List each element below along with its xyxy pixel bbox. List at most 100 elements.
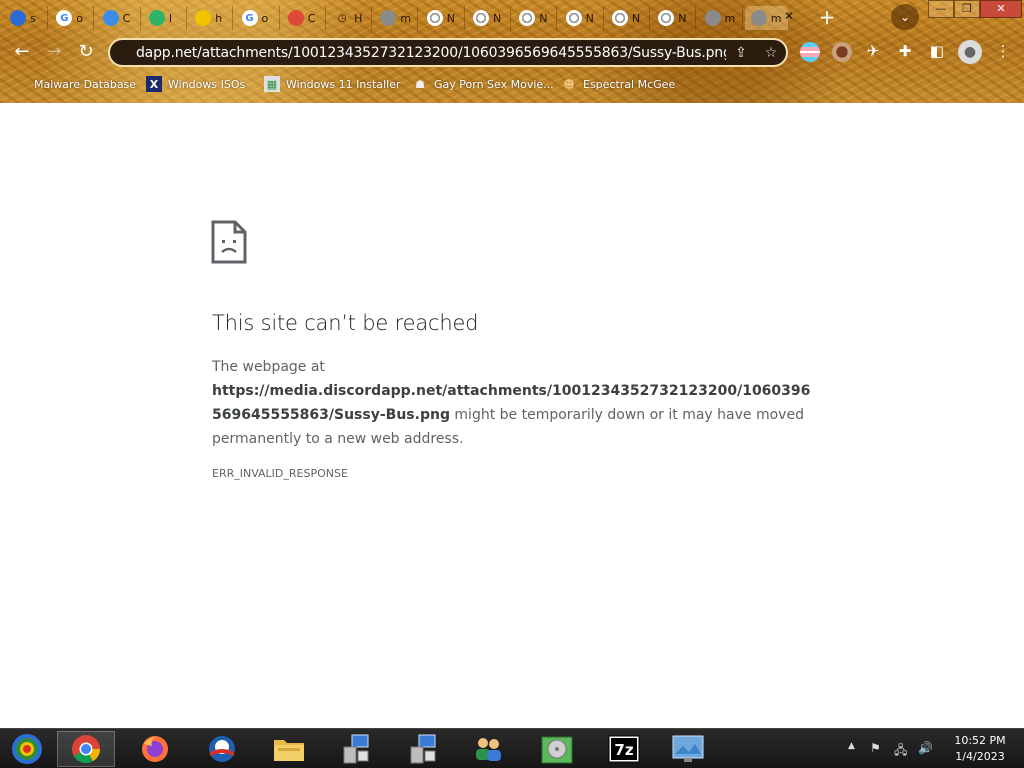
browser-tab[interactable]: N <box>560 6 604 30</box>
taskbar-network-setup-2[interactable] <box>394 731 452 767</box>
taskbar-chrome[interactable] <box>57 731 115 767</box>
green-chart-icon <box>148 10 165 26</box>
monitor-icon <box>672 735 704 762</box>
chrome-icon <box>658 10 675 26</box>
bookmark-label: Windows 11 Installer <box>286 77 401 91</box>
folder-icon <box>274 740 304 761</box>
browser-tab[interactable]: h <box>189 6 234 30</box>
address-url[interactable]: dapp.net/attachments/1001234352732123200… <box>136 45 726 61</box>
bookmark-star-icon[interactable]: ☆ <box>756 45 786 61</box>
error-code: ERR_INVALID_RESPONSE <box>212 467 348 480</box>
mask-icon <box>195 10 212 26</box>
browser-tab[interactable]: Go <box>236 6 280 30</box>
chrome-icon <box>72 735 100 763</box>
users-icon <box>476 738 501 761</box>
start-button[interactable] <box>0 731 54 767</box>
x-logo-icon: X <box>146 76 162 92</box>
tab-title: C <box>307 11 316 25</box>
tools-extension-icon[interactable]: ✈ <box>862 40 884 62</box>
svg-text:7z: 7z <box>614 741 633 759</box>
restore-button[interactable]: ❐ <box>954 0 980 18</box>
bookmark-item[interactable]: ▦ Windows 11 Installer <box>264 74 401 94</box>
taskbar-display[interactable] <box>659 731 717 767</box>
close-window-button[interactable]: ✕ <box>980 0 1022 18</box>
tab-title: N <box>493 11 502 25</box>
more-menu-icon[interactable]: ⋮ <box>992 40 1014 62</box>
side-panel-icon[interactable]: ◧ <box>926 40 948 62</box>
tab-title: I <box>168 11 173 25</box>
tab-title: s <box>30 11 36 25</box>
browser-tab[interactable]: N <box>513 6 558 30</box>
error-page: This site can’t be reached The webpage a… <box>0 103 1024 728</box>
taskbar: 7z ▲ ⚑ 🖧 🔊 10:52 PM 1/4/2023 <box>0 728 1024 768</box>
taskbar-users[interactable] <box>459 731 517 767</box>
taskbar-network-setup[interactable] <box>327 731 385 767</box>
browser-tab[interactable]: s <box>4 6 48 30</box>
tab-title: o <box>76 11 84 25</box>
bookmark-label: Malware Database <box>34 77 137 91</box>
chrome-icon <box>565 10 582 26</box>
network-tray-icon[interactable]: 🖧 <box>894 741 907 762</box>
avatar-extension-icon[interactable] <box>832 42 852 62</box>
taskbar-firefox[interactable] <box>126 731 184 767</box>
tab-title: H <box>354 11 363 25</box>
browser-tab[interactable]: m <box>699 6 743 30</box>
system-clock[interactable]: 10:52 PM 1/4/2023 <box>944 733 1016 765</box>
bookmark-item[interactable]: X Windows ISOs <box>146 74 245 94</box>
error-title: This site can’t be reached <box>212 311 479 335</box>
firefox-icon <box>142 736 168 762</box>
bookmark-item[interactable]: ☗ Gay Porn Sex Movie... <box>412 74 554 94</box>
tab-title: m <box>400 11 412 25</box>
sevenzip-icon: 7z <box>608 735 640 763</box>
profile-avatar-icon[interactable]: ● <box>958 40 982 64</box>
bookmark-label: Gay Porn Sex Movie... <box>434 77 554 91</box>
taskbar-file-explorer[interactable] <box>260 731 318 767</box>
taskbar-7zip[interactable]: 7z <box>595 731 653 767</box>
tab-strip: s Go C Ih Go C ◷ Hm N N N N N Nm m ✕ + ⌄ — ❐ ✕ <box>0 0 1024 34</box>
globe-icon <box>380 10 397 26</box>
new-tab-button[interactable]: + <box>815 6 839 30</box>
bookmark-item[interactable]: Malware Database <box>12 74 136 94</box>
browser-tab[interactable]: N <box>606 6 650 30</box>
bookmark-icon <box>12 76 28 92</box>
action-center-flag-icon[interactable]: ⚑ <box>870 741 881 755</box>
google-icon: G <box>241 10 258 26</box>
browser-tab[interactable]: ◷ H <box>328 6 373 30</box>
address-bar[interactable]: dapp.net/attachments/1001234352732123200… <box>108 38 788 67</box>
error-message: The webpage at https://media.discordapp.… <box>212 355 817 451</box>
blank-icon <box>750 10 767 26</box>
taskbar-obama[interactable] <box>193 731 251 767</box>
browser-tab[interactable]: C <box>97 6 141 30</box>
browser-tab[interactable]: Go <box>50 6 95 30</box>
back-button[interactable]: ← <box>10 40 34 64</box>
character-icon: ☻ <box>563 77 575 91</box>
bookmark-label: Espectral McGee <box>583 77 676 91</box>
browser-tab[interactable]: m <box>374 6 419 30</box>
browser-tab[interactable]: N <box>467 6 511 30</box>
trans-flag-extension-icon[interactable] <box>800 42 820 62</box>
tab-search-button[interactable]: ⌄ <box>891 4 919 30</box>
taskbar-disk[interactable] <box>528 731 586 767</box>
volume-tray-icon[interactable]: 🔊 <box>918 741 933 755</box>
clock-date: 1/4/2023 <box>955 750 1005 763</box>
reload-button[interactable]: ↻ <box>74 40 98 64</box>
browser-tab[interactable]: N <box>652 6 697 30</box>
tab-close-icon[interactable]: ✕ <box>782 9 796 23</box>
forward-button[interactable]: → <box>42 40 66 64</box>
minimize-button[interactable]: — <box>928 0 954 18</box>
robot-icon: ☗ <box>415 77 425 91</box>
browser-tab[interactable]: N <box>421 6 465 30</box>
tab-title: N <box>585 11 594 25</box>
chrome-icon <box>473 10 489 26</box>
history-icon: ◷ <box>337 12 347 24</box>
browser-tab[interactable]: C <box>282 6 326 30</box>
extensions-puzzle-icon[interactable]: ✚ <box>894 40 916 62</box>
bookmark-item[interactable]: ☻ Espectral McGee <box>561 74 675 94</box>
share-icon[interactable]: ⇪ <box>726 45 756 61</box>
chrome-icon <box>611 10 628 26</box>
tray-overflow-icon[interactable]: ▲ <box>848 741 855 751</box>
network-computer-icon <box>343 734 369 764</box>
red-notification-icon <box>287 10 304 26</box>
browser-tab[interactable]: I <box>143 6 187 30</box>
tab-title: o <box>261 11 269 25</box>
